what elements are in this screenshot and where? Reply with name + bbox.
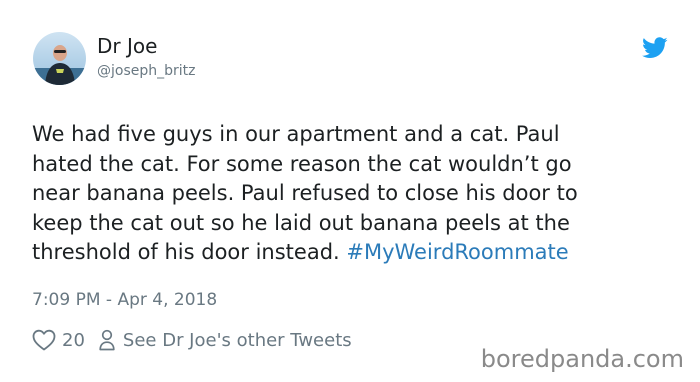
author-name[interactable]: Dr Joe — [97, 33, 157, 59]
tweet-text: We had five guys in our apartment and a … — [32, 120, 677, 268]
tweet-text-line: near banana peels. Paul refused to close… — [32, 181, 578, 205]
like-count: 20 — [62, 329, 85, 351]
other-tweets-link[interactable]: See Dr Joe's other Tweets — [99, 329, 352, 351]
person-outline-icon — [99, 329, 115, 351]
tweet-text-segment: threshold of his door instead. — [32, 240, 347, 264]
avatar-image — [33, 32, 86, 85]
like-button[interactable]: 20 — [32, 329, 99, 351]
tweet-text-line: threshold of his door instead. #MyWeirdR… — [32, 238, 677, 268]
hashtag-link[interactable]: #MyWeirdRoommate — [346, 240, 568, 264]
tweet-card: Dr Joe @joseph_britz We had five guys in… — [0, 0, 700, 382]
tweet-text-line: We had five guys in our apartment and a … — [32, 122, 560, 146]
tweet-text-line: hated the cat. For some reason the cat w… — [32, 151, 572, 176]
tweet-actions: 20 See Dr Joe's other Tweets — [32, 326, 352, 354]
tweet-timestamp[interactable]: 7:09 PM - Apr 4, 2018 — [32, 289, 217, 311]
watermark: boredpanda.com — [480, 345, 684, 373]
twitter-bird-icon[interactable] — [642, 37, 668, 59]
author-handle[interactable]: @joseph_britz — [97, 62, 196, 80]
other-tweets-label: See Dr Joe's other Tweets — [122, 329, 352, 351]
avatar[interactable] — [33, 32, 86, 85]
tweet-text-line: keep the cat out so he laid out banana p… — [32, 210, 570, 235]
heart-outline-icon — [32, 329, 56, 351]
